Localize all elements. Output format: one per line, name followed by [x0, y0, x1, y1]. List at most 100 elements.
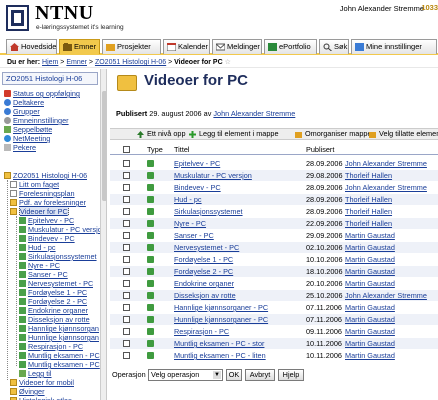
reorganize-button[interactable]: Omorganiser mappe	[295, 129, 372, 139]
row-author-link[interactable]: Thorleif Hallen	[345, 194, 392, 205]
tree-item[interactable]: Hannlige kjønnsorgan	[19, 324, 99, 333]
tab-mine-innstillinger[interactable]: Mine innstillinger	[351, 39, 437, 54]
row-checkbox[interactable]	[123, 232, 130, 239]
row-author-link[interactable]: Martin Gaustad	[345, 314, 395, 325]
row-checkbox[interactable]	[123, 292, 130, 299]
tree-item[interactable]: Muskulatur - PC versjon	[19, 225, 106, 234]
row-checkbox[interactable]	[123, 172, 130, 179]
row-author-link[interactable]: Martin Gaustad	[345, 254, 395, 265]
breadcrumb-hjem[interactable]: Hjem	[42, 59, 58, 66]
row-title-link[interactable]: Endokrine organer	[174, 278, 234, 289]
tree-item[interactable]: Litt om faget	[10, 180, 59, 189]
column-title[interactable]: Tittel	[174, 144, 190, 155]
tree-item[interactable]: Muntlig eksamen - PC	[19, 360, 100, 369]
tree-item[interactable]: Muntlig eksamen - PC	[19, 351, 100, 360]
help-button[interactable]: Hjelp	[278, 369, 304, 381]
sidebar-item-status[interactable]: Status og oppfølging	[4, 89, 80, 98]
tree-item[interactable]: Bindevev - PC	[19, 234, 75, 243]
tab-kalender[interactable]: Kalender	[163, 39, 210, 54]
tab-meldinger[interactable]: Meldinger	[212, 39, 262, 54]
star-icon[interactable]: ☆	[225, 59, 231, 66]
row-title-link[interactable]: Bindevev - PC	[174, 182, 221, 193]
scrollbar-thumb[interactable]	[102, 91, 106, 201]
row-title-link[interactable]: Respirasjon - PC	[174, 326, 229, 337]
row-author-link[interactable]: John Alexander Stremme	[345, 182, 427, 193]
tree-item[interactable]: Videoer for mobil	[10, 378, 74, 387]
row-checkbox[interactable]	[123, 352, 130, 359]
row-title-link[interactable]: Muntlig eksamen - PC - liten	[174, 350, 266, 361]
row-checkbox[interactable]	[123, 184, 130, 191]
tree-item[interactable]: Nervesystemet - PC	[19, 279, 93, 288]
user-name[interactable]: John Alexander Stremme	[340, 4, 424, 13]
tree-root[interactable]: ZO2051 Histologi H-06	[4, 171, 87, 180]
row-checkbox[interactable]	[123, 328, 130, 335]
row-checkbox[interactable]	[123, 256, 130, 263]
sidebar-course-title[interactable]: ZO2051 Histologi H-06	[2, 72, 98, 85]
row-author-link[interactable]: Thorleif Hallen	[345, 218, 392, 229]
row-author-link[interactable]: Martin Gaustad	[345, 338, 395, 349]
tree-item[interactable]: Respirasjon - PC	[19, 342, 83, 351]
tree-item[interactable]: Legg til	[19, 369, 52, 378]
tree-item[interactable]: Nyre - PC	[19, 261, 60, 270]
breadcrumb-course[interactable]: ZO2051 Histologi H-06	[95, 59, 166, 66]
tab-hovedside[interactable]: Hovedside	[6, 39, 57, 54]
row-checkbox[interactable]	[123, 280, 130, 287]
row-title-link[interactable]: Muskulatur - PC versjon	[174, 170, 252, 181]
select-all-checkbox[interactable]	[123, 146, 130, 153]
row-title-link[interactable]: Epitelvev - PC	[174, 158, 220, 169]
tab-eportfolio[interactable]: ePortfolio	[264, 39, 317, 54]
tree-item[interactable]: Endokrine organer	[19, 306, 88, 315]
sidebar-scrollbar[interactable]	[100, 69, 106, 400]
row-author-link[interactable]: Martin Gaustad	[345, 278, 395, 289]
row-title-link[interactable]: Muntlig eksamen - PC - stor	[174, 338, 264, 349]
column-type[interactable]: Type	[147, 144, 163, 155]
tab-sok[interactable]: Søk	[319, 39, 349, 54]
tree-item[interactable]: Hunnlige kjønnsorgan	[19, 333, 99, 342]
row-checkbox[interactable]	[123, 340, 130, 347]
tree-item[interactable]: Epitelvev - PC	[19, 216, 74, 225]
breadcrumb-emner[interactable]: Emner	[66, 59, 87, 66]
sidebar-item-seppelbotte[interactable]: Seppelbøtte	[4, 125, 52, 134]
sidebar-item-pekere[interactable]: Pekere	[4, 143, 36, 152]
row-author-link[interactable]: Martin Gaustad	[345, 302, 395, 313]
row-checkbox[interactable]	[123, 316, 130, 323]
published-author[interactable]: John Alexander Stremme	[213, 109, 295, 118]
row-author-link[interactable]: Martin Gaustad	[345, 350, 395, 361]
row-checkbox[interactable]	[123, 220, 130, 227]
row-author-link[interactable]: Martin Gaustad	[345, 326, 395, 337]
operation-select[interactable]: Velg operasjon ▼	[148, 369, 223, 381]
row-title-link[interactable]: Fordøyelse 2 - PC	[174, 266, 233, 277]
row-title-link[interactable]: Fordøyelse 1 - PC	[174, 254, 233, 265]
sidebar-item-grupper[interactable]: Grupper	[4, 107, 40, 116]
tree-item[interactable]: Sanser - PC	[19, 270, 68, 279]
row-title-link[interactable]: Hannlige kjønnsorganer - PC	[174, 302, 268, 313]
sidebar-item-emneinnstillinger[interactable]: Emneinnstillinger	[4, 116, 69, 125]
ok-button[interactable]: OK	[226, 369, 242, 381]
row-checkbox[interactable]	[123, 196, 130, 203]
row-title-link[interactable]: Sirkulasjonssystemet	[174, 206, 243, 217]
tree-item[interactable]: Fordøyelse 2 - PC	[19, 297, 87, 306]
row-title-link[interactable]: Sanser - PC	[174, 230, 214, 241]
tab-prosjekter[interactable]: Prosjekter	[102, 39, 161, 54]
row-author-link[interactable]: John Alexander Stremme	[345, 158, 427, 169]
tree-item[interactable]: Øvinger	[10, 387, 45, 396]
row-author-link[interactable]: Martin Gaustad	[345, 242, 395, 253]
sidebar-item-deltakere[interactable]: Deltakere	[4, 98, 44, 107]
row-checkbox[interactable]	[123, 268, 130, 275]
row-checkbox[interactable]	[123, 244, 130, 251]
up-level-button[interactable]: Ett nivå opp	[137, 129, 186, 139]
row-author-link[interactable]: Thorleif Hallen	[345, 206, 392, 217]
tree-item[interactable]: Disseksjon av rotte	[19, 315, 90, 324]
tree-item[interactable]: Pdf. av forelesninger	[10, 198, 86, 207]
tree-item[interactable]: Hud - pc	[19, 243, 56, 252]
tree-item[interactable]: Histologisk atlas	[10, 396, 72, 400]
row-checkbox[interactable]	[123, 208, 130, 215]
column-published[interactable]: Publisert	[306, 144, 334, 155]
row-title-link[interactable]: Nyre - PC	[174, 218, 206, 229]
row-checkbox[interactable]	[123, 304, 130, 311]
cancel-button[interactable]: Avbryt	[245, 369, 275, 381]
row-author-link[interactable]: Martin Gaustad	[345, 266, 395, 277]
row-title-link[interactable]: Hunnlige kjønnsorganer - PC	[174, 314, 268, 325]
row-author-link[interactable]: Martin Gaustad	[345, 230, 395, 241]
tab-emner[interactable]: Emner	[59, 39, 100, 54]
